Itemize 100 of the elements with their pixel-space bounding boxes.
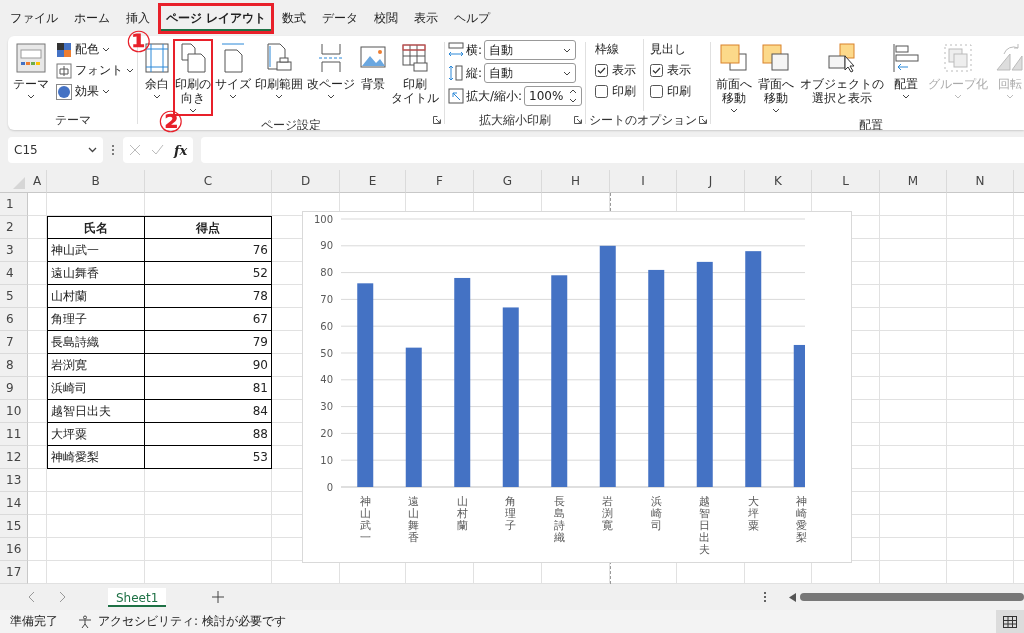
theme-option-button[interactable]: 配色 xyxy=(56,41,110,58)
row-header[interactable]: 15 xyxy=(0,515,28,538)
horizontal-scrollbar[interactable] xyxy=(800,593,1024,601)
cancel-icon[interactable] xyxy=(129,144,141,156)
group-label: 拡大縮小印刷 xyxy=(479,112,552,129)
page-setup-button[interactable]: 印刷 タイトル xyxy=(389,39,441,116)
scroll-left-icon[interactable] xyxy=(789,592,796,602)
row-header[interactable]: 10 xyxy=(0,400,28,423)
column-header[interactable]: K xyxy=(745,170,812,193)
bar[interactable] xyxy=(745,251,762,487)
page-setup-button[interactable]: 改ページ xyxy=(305,39,357,116)
ribbon-tab[interactable]: 表示 xyxy=(406,2,447,34)
accessibility-status[interactable]: アクセシビリティ: 検討が必要です xyxy=(98,613,286,630)
more-options-icon[interactable] xyxy=(763,591,767,603)
arrange-button[interactable]: 背面へ 移動 xyxy=(756,39,797,116)
arrange-button[interactable]: 配置 xyxy=(888,39,925,116)
dropdown-field[interactable]: 自動 xyxy=(484,40,577,60)
insert-function-button[interactable]: fx xyxy=(174,142,188,158)
themes-button[interactable]: テーマ xyxy=(11,39,51,111)
theme-option-button[interactable]: 効果 xyxy=(56,83,110,100)
bar[interactable] xyxy=(793,344,805,487)
column-header[interactable]: C xyxy=(145,170,272,193)
spinner-field[interactable]: 100% xyxy=(524,86,583,106)
column-header[interactable]: D xyxy=(272,170,340,193)
table-cell: 78 xyxy=(145,285,272,308)
bar-chart[interactable]: 0 10 20 30 40 50 60 70 80 90 100 神山武一 遠山舞香 山村蘭 角理子 長島詩織 岩渕寛 浜崎司 越智日出夫 大坪粟 神崎愛梨 xyxy=(302,211,852,563)
checkbox[interactable]: 表示 xyxy=(650,62,692,79)
checkbox[interactable]: 印刷 xyxy=(650,83,692,100)
color-squares-icon xyxy=(56,41,72,58)
column-header[interactable]: E xyxy=(340,170,406,193)
ribbon-tab[interactable]: ホーム xyxy=(66,2,118,34)
column-header[interactable]: H xyxy=(542,170,610,193)
accessibility-icon[interactable] xyxy=(78,614,92,629)
ribbon-tab[interactable]: ファイル xyxy=(2,2,66,34)
plus-icon[interactable] xyxy=(212,591,225,603)
checkmark-icon[interactable] xyxy=(151,144,164,156)
checkbox[interactable]: 印刷 xyxy=(595,83,637,100)
ribbon-tab[interactable]: ページ レイアウト xyxy=(158,2,275,34)
group-squares-icon xyxy=(942,42,975,74)
column-header[interactable]: B xyxy=(47,170,145,193)
bar[interactable] xyxy=(648,269,665,487)
chevron-left-icon[interactable] xyxy=(28,591,36,603)
category-label: 山村蘭 xyxy=(456,496,468,535)
row-header[interactable]: 7 xyxy=(0,331,28,354)
normal-view-button[interactable] xyxy=(996,610,1024,633)
category-label: 岩渕寛 xyxy=(602,496,614,535)
row-header[interactable]: 3 xyxy=(0,239,28,262)
row-header[interactable]: 13 xyxy=(0,469,28,492)
row-header[interactable]: 9 xyxy=(0,377,28,400)
row-header[interactable]: 2 xyxy=(0,216,28,239)
caret-icon xyxy=(902,94,911,99)
bar[interactable] xyxy=(357,283,374,487)
row-header[interactable]: 4 xyxy=(0,262,28,285)
row-header[interactable]: 12 xyxy=(0,446,28,469)
table-cell: 67 xyxy=(145,308,272,331)
row-header[interactable]: 16 xyxy=(0,538,28,561)
column-header[interactable]: J xyxy=(677,170,745,193)
column-header[interactable]: G xyxy=(474,170,542,193)
ribbon-tab[interactable]: 校閲 xyxy=(366,2,407,34)
more-options-icon[interactable] xyxy=(111,144,115,156)
column-header[interactable]: F xyxy=(406,170,474,193)
page-setup-button[interactable]: サイズ xyxy=(213,39,253,116)
bar[interactable] xyxy=(599,245,616,487)
page-setup-button[interactable]: 背景 xyxy=(357,39,389,116)
page-setup-button[interactable]: 印刷範囲 xyxy=(253,39,305,116)
sheet-tab[interactable]: Sheet1 xyxy=(108,587,167,607)
ribbon-tab[interactable]: ヘルプ xyxy=(446,2,499,34)
ribbon-tab[interactable]: 数式 xyxy=(274,2,315,34)
ribbon-tab[interactable]: データ xyxy=(314,2,367,34)
dialog-launcher-icon[interactable] xyxy=(574,116,583,124)
column-header[interactable]: M xyxy=(880,170,947,193)
column-header[interactable]: L xyxy=(812,170,880,193)
caret-icon xyxy=(126,68,134,73)
row-header[interactable]: 6 xyxy=(0,308,28,331)
arrange-button[interactable]: オブジェクトの 選択と表示 xyxy=(798,39,887,116)
row-header[interactable]: 8 xyxy=(0,354,28,377)
category-label: 大坪粟 xyxy=(747,496,759,535)
column-header[interactable]: A xyxy=(28,170,47,193)
dialog-launcher-icon[interactable] xyxy=(433,116,441,124)
chevron-right-icon[interactable] xyxy=(58,591,66,603)
row-header[interactable]: 11 xyxy=(0,423,28,446)
bar[interactable] xyxy=(551,275,568,487)
name-box[interactable]: C15 xyxy=(8,137,103,163)
row-header[interactable]: 14 xyxy=(0,492,28,515)
table-cell: 90 xyxy=(145,354,272,377)
bar[interactable] xyxy=(502,307,519,487)
bar[interactable] xyxy=(405,347,422,487)
checkbox[interactable]: 表示 xyxy=(595,62,637,79)
row-header[interactable]: 1 xyxy=(0,193,28,216)
dialog-launcher-icon[interactable] xyxy=(699,116,708,124)
arrange-button[interactable]: 前面へ 移動 xyxy=(714,39,755,116)
dropdown-field[interactable]: 自動 xyxy=(484,63,577,83)
row-header[interactable]: 17 xyxy=(0,561,28,584)
column-header[interactable]: I xyxy=(610,170,677,193)
row-header[interactable]: 5 xyxy=(0,285,28,308)
step-number: ① xyxy=(126,26,152,58)
theme-option-button[interactable]: フォント xyxy=(56,62,134,79)
column-header[interactable]: N xyxy=(947,170,1014,193)
bar[interactable] xyxy=(454,277,471,487)
bar[interactable] xyxy=(696,261,713,487)
